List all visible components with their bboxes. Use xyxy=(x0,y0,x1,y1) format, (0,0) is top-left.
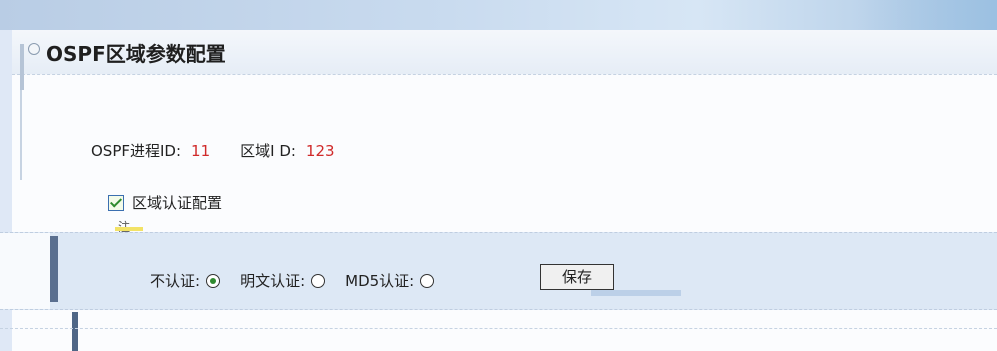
auth-plain-option[interactable]: 明文认证: xyxy=(240,270,326,291)
auth-mode-row: 不认证: 明文认证: MD5认证: xyxy=(150,270,454,291)
band-left-spacer xyxy=(0,233,50,309)
auth-none-label: 不认证: xyxy=(150,272,201,290)
process-id-value: 11 xyxy=(191,142,211,160)
area-id-label: 区域I D: xyxy=(240,142,296,160)
footer-rule xyxy=(0,328,997,329)
panel-collapse-icon[interactable] xyxy=(28,43,40,55)
auth-md5-label: MD5认证: xyxy=(345,272,415,290)
auth-plain-label: 明文认证: xyxy=(240,272,306,290)
ospf-info-row: OSPF进程ID: 11 区域I D: 123 xyxy=(91,140,335,161)
area-id-value: 123 xyxy=(305,142,335,160)
auth-none-radio[interactable] xyxy=(206,273,221,288)
auth-md5-option[interactable]: MD5认证: xyxy=(345,270,435,291)
panel-header: OSPF区域参数配置 xyxy=(12,30,997,75)
auth-none-option[interactable]: 不认证: xyxy=(150,270,221,291)
process-id-label: OSPF进程ID: xyxy=(91,142,182,160)
left-rail xyxy=(20,44,24,90)
band-divider xyxy=(50,236,58,302)
area-auth-checkbox[interactable] xyxy=(108,195,124,211)
save-button[interactable]: 保存 xyxy=(540,264,681,296)
auth-plain-radio[interactable] xyxy=(311,273,326,288)
top-banner xyxy=(0,0,997,30)
left-rail-lower xyxy=(20,90,22,180)
auth-md5-radio[interactable] xyxy=(420,273,435,288)
footer-divider xyxy=(72,312,78,351)
panel-title: OSPF区域参数配置 xyxy=(46,42,226,66)
area-auth-toggle[interactable]: 区域认证配置 xyxy=(108,192,222,213)
area-auth-label: 区域认证配置 xyxy=(132,194,223,212)
